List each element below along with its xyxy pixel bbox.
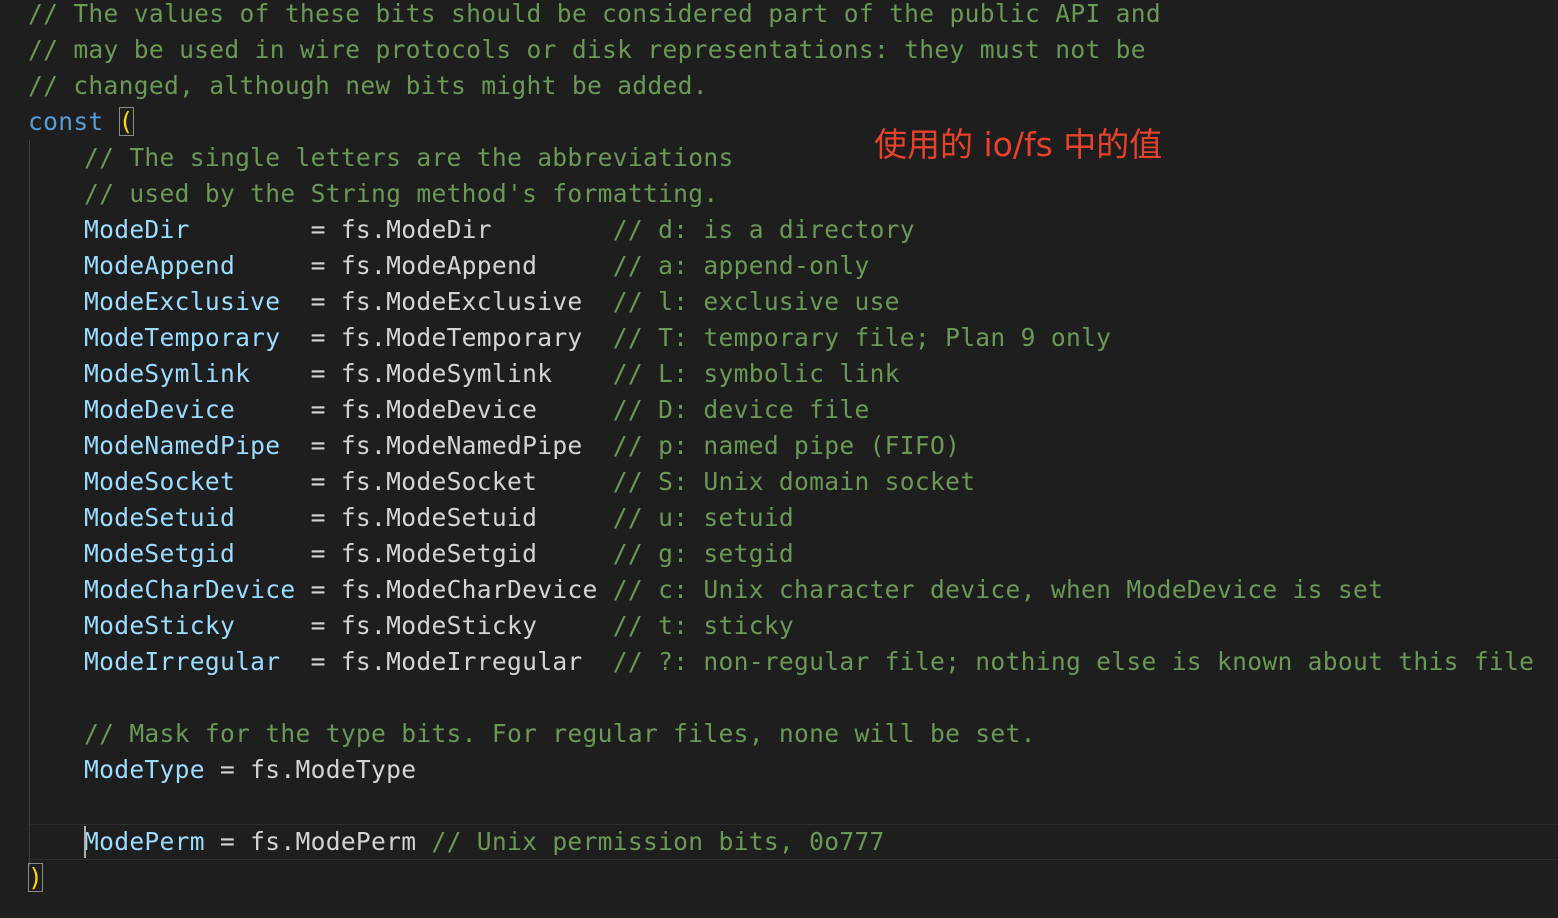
line-comment: // a: append-only — [612, 251, 870, 280]
header-comment-line: // may be used in wire protocols or disk… — [28, 35, 1146, 64]
code-line: ModeDevice = fs.ModeDevice // D: device … — [84, 392, 870, 428]
line-comment: // Unix permission bits, 0o777 — [431, 827, 885, 856]
constant-name: ModePerm — [84, 827, 205, 856]
constant-name: ModeSocket — [84, 467, 311, 496]
close-paren-line: ) — [28, 860, 44, 896]
code-line: ModeAppend = fs.ModeAppend // a: append-… — [84, 248, 870, 284]
code-line: ModeSticky = fs.ModeSticky // t: sticky — [84, 608, 794, 644]
constant-name: ModeSetgid — [84, 539, 311, 568]
constant-value: = fs.ModeAppend — [310, 251, 613, 280]
line-comment: // S: Unix domain socket — [612, 467, 976, 496]
code-line: ModeType = fs.ModeType — [84, 752, 416, 788]
constant-name: ModeTemporary — [84, 323, 311, 352]
line-comment: // t: sticky — [612, 611, 795, 640]
block-comment-line: // The single letters are the abbreviati… — [84, 143, 734, 172]
code-line-current[interactable]: ModePerm = fs.ModePerm // Unix permissio… — [84, 824, 885, 860]
constant-value: = fs.ModeSticky — [310, 611, 613, 640]
line-comment: // g: setgid — [612, 539, 795, 568]
code-line: ModeDir = fs.ModeDir // d: is a director… — [84, 212, 915, 248]
code-line: ModeTemporary = fs.ModeTemporary // T: t… — [84, 320, 1111, 356]
line-comment: // L: symbolic link — [612, 359, 900, 388]
close-paren: ) — [28, 863, 44, 892]
line-comment: // l: exclusive use — [612, 287, 900, 316]
constant-name: ModeSetuid — [84, 503, 311, 532]
constant-value: = fs.ModeDir — [310, 215, 613, 244]
mask-comment-line: // Mask for the type bits. For regular f… — [84, 719, 1036, 748]
constant-name: ModeSticky — [84, 611, 311, 640]
header-comment-line: // The values of these bits should be co… — [28, 0, 1162, 28]
line-comment: // D: device file — [612, 395, 870, 424]
code-line: ModeSocket = fs.ModeSocket // S: Unix do… — [84, 464, 975, 500]
constant-value: = fs.ModeSetgid — [310, 539, 613, 568]
constant-name: ModeExclusive — [84, 287, 311, 316]
line-comment: // u: setuid — [612, 503, 795, 532]
open-paren: ( — [118, 107, 134, 136]
constant-name: ModeDevice — [84, 395, 311, 424]
const-keyword: const — [28, 107, 104, 136]
indent-guide — [29, 140, 30, 866]
constant-value: = fs.ModeDevice — [310, 395, 613, 424]
const-declaration-line: const ( — [28, 104, 134, 140]
constant-value: = fs.ModeNamedPipe — [310, 431, 613, 460]
constant-name: ModeIrregular — [84, 647, 311, 676]
header-comment-line: // changed, although new bits might be a… — [28, 71, 708, 100]
line-comment: // ?: non-regular file; nothing else is … — [612, 647, 1535, 676]
code-line: ModeExclusive = fs.ModeExclusive // l: e… — [84, 284, 900, 320]
code-line: ModeSymlink = fs.ModeSymlink // L: symbo… — [84, 356, 900, 392]
constant-name: ModeSymlink — [84, 359, 311, 388]
annotation-text: 使用的 io/fs 中的值 — [874, 125, 1163, 164]
line-comment: // d: is a directory — [612, 215, 915, 244]
constant-value: = fs.ModeCharDevice — [310, 575, 613, 604]
code-editor[interactable]: // The values of these bits should be co… — [0, 0, 1558, 918]
constant-value: = fs.ModeSetuid — [310, 503, 613, 532]
constant-value: = fs.ModeTemporary — [310, 323, 613, 352]
constant-value: = fs.ModeIrregular — [310, 647, 613, 676]
code-line: ModeSetgid = fs.ModeSetgid // g: setgid — [84, 536, 794, 572]
line-comment: // c: Unix character device, when ModeDe… — [612, 575, 1384, 604]
text-cursor — [84, 826, 86, 858]
constant-value: = fs.ModeType — [204, 755, 417, 784]
block-comment-line: // used by the String method's formattin… — [84, 179, 719, 208]
code-line: ModeSetuid = fs.ModeSetuid // u: setuid — [84, 500, 794, 536]
constant-name: ModeNamedPipe — [84, 431, 311, 460]
code-line: ModeNamedPipe = fs.ModeNamedPipe // p: n… — [84, 428, 960, 464]
constant-name: ModeType — [84, 755, 205, 784]
constant-value: = fs.ModeSymlink — [310, 359, 613, 388]
code-line: ModeCharDevice = fs.ModeCharDevice // c:… — [84, 572, 1383, 608]
constant-value: = fs.ModeSocket — [310, 467, 613, 496]
line-comment: // p: named pipe (FIFO) — [612, 431, 961, 460]
constant-name: ModeCharDevice — [84, 575, 311, 604]
constant-value: = fs.ModeExclusive — [310, 287, 613, 316]
line-comment: // T: temporary file; Plan 9 only — [612, 323, 1112, 352]
constant-name: ModeAppend — [84, 251, 311, 280]
constant-name: ModeDir — [84, 215, 311, 244]
code-line: ModeIrregular = fs.ModeIrregular // ?: n… — [84, 644, 1534, 680]
constant-value: = fs.ModePerm — [204, 827, 432, 856]
